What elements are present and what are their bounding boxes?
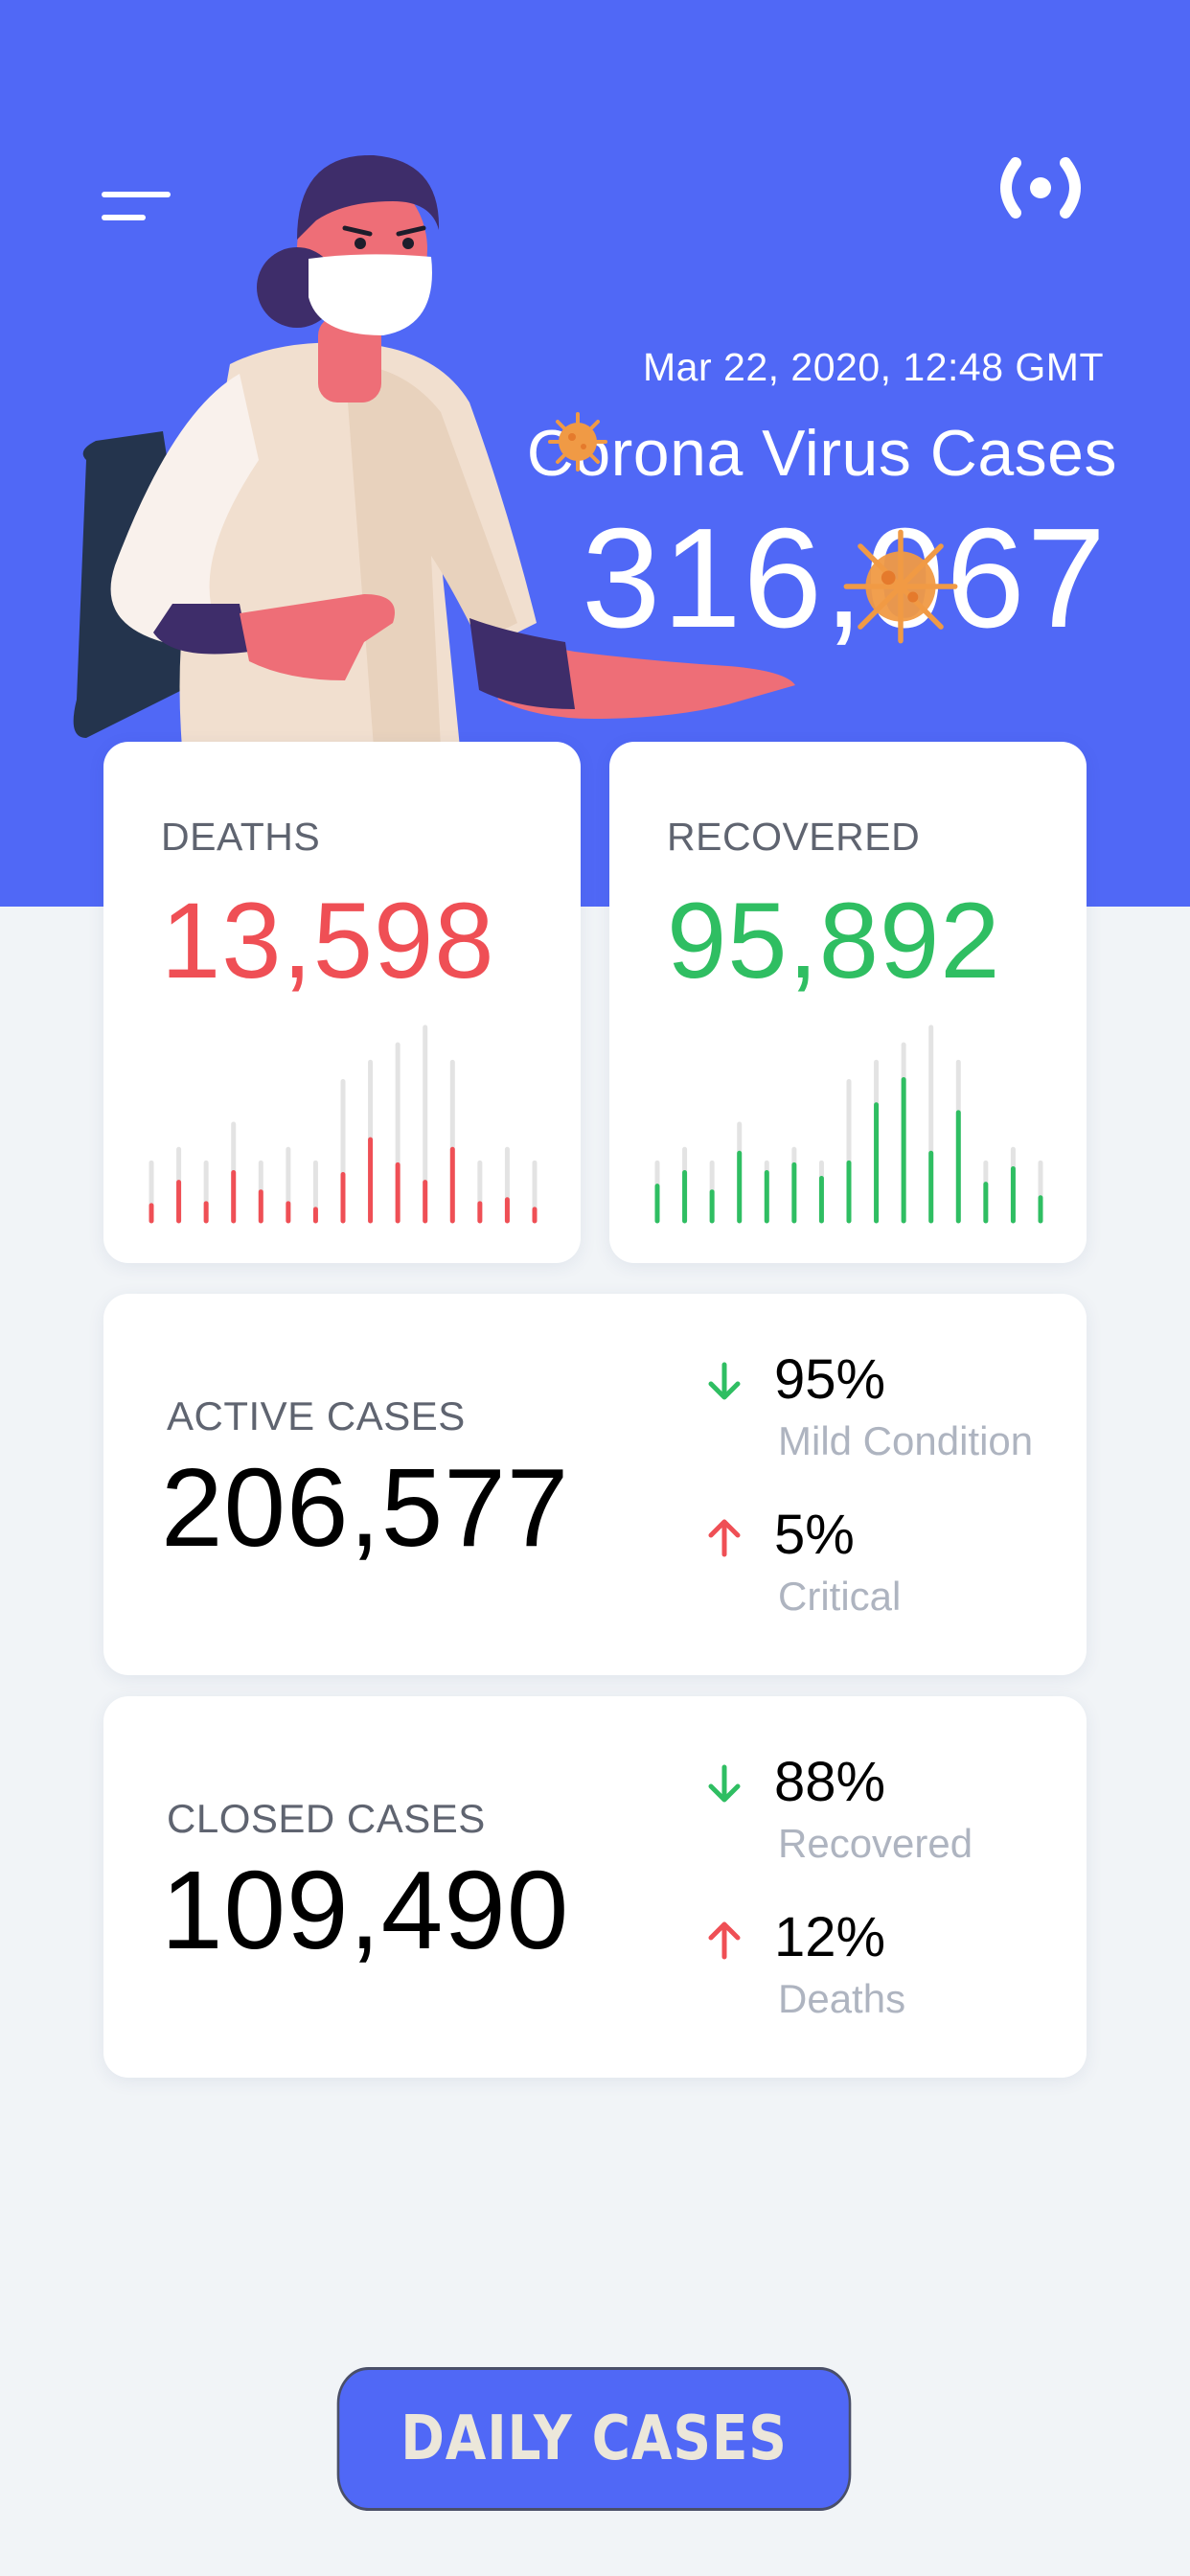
recovered-card[interactable]: RECOVERED 95,892 xyxy=(609,742,1087,1263)
deaths-share-label: Deaths xyxy=(778,1976,906,2021)
critical-percent: 5% xyxy=(774,1504,855,1566)
mild-condition-percent: 95% xyxy=(774,1348,886,1411)
virus-icon xyxy=(548,412,607,472)
deaths-bar-chart xyxy=(149,1024,538,1224)
active-cases-card[interactable]: ACTIVE CASES 206,577 95% Mild Condition … xyxy=(103,1294,1087,1675)
arrow-up-icon xyxy=(708,1519,741,1557)
daily-cases-button[interactable]: DAILY CASES xyxy=(336,2367,852,2511)
live-broadcast-icon[interactable] xyxy=(993,153,1088,222)
page-title: Corona Virus Cases xyxy=(526,417,1117,490)
deaths-share-percent: 12% xyxy=(774,1906,886,1968)
recovered-share-percent: 88% xyxy=(774,1751,886,1813)
recovered-label: RECOVERED xyxy=(667,815,921,859)
mild-condition-label: Mild Condition xyxy=(778,1418,1034,1463)
closed-cases-value: 109,490 xyxy=(161,1848,570,1972)
closed-cases-card[interactable]: CLOSED CASES 109,490 88% Recovered 12% D… xyxy=(103,1696,1087,2078)
recovered-value: 95,892 xyxy=(667,881,1001,1000)
arrow-down-icon xyxy=(708,1362,741,1400)
active-cases-label: ACTIVE CASES xyxy=(167,1393,466,1438)
arrow-down-icon xyxy=(708,1764,741,1803)
active-cases-value: 206,577 xyxy=(161,1445,570,1570)
virus-icon xyxy=(843,529,958,644)
menu-icon[interactable] xyxy=(102,192,171,224)
deaths-value: 13,598 xyxy=(161,881,495,1000)
recovered-share-label: Recovered xyxy=(778,1821,973,1866)
critical-label: Critical xyxy=(778,1574,902,1619)
deaths-card[interactable]: DEATHS 13,598 xyxy=(103,742,581,1263)
closed-cases-label: CLOSED CASES xyxy=(167,1796,486,1841)
recovered-bar-chart xyxy=(654,1024,1043,1224)
arrow-up-icon xyxy=(708,1921,741,1960)
deaths-label: DEATHS xyxy=(161,815,321,859)
last-updated-date: Mar 22, 2020, 12:48 GMT xyxy=(643,345,1104,389)
